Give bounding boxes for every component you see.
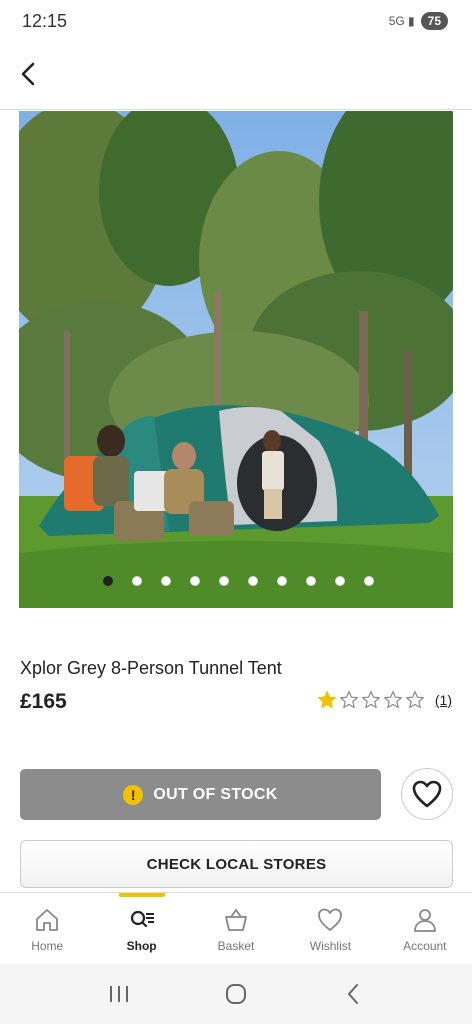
carousel-dot[interactable] — [363, 576, 374, 586]
image-carousel-dots — [19, 576, 453, 586]
carousel-dot[interactable] — [276, 576, 287, 586]
star-outline-icon — [405, 691, 424, 709]
product-title: Xplor Grey 8-Person Tunnel Tent — [20, 658, 282, 678]
home-circle-icon — [225, 984, 246, 1004]
star-outline-icon — [361, 691, 380, 709]
chevron-left-icon — [21, 62, 35, 86]
nav-account[interactable]: Account — [378, 893, 472, 964]
basket-icon — [225, 908, 247, 931]
nav-shop-label: Shop — [126, 939, 157, 953]
star-outline-icon — [339, 691, 358, 709]
status-bar: 12:15 5G ▮ 75 — [0, 0, 472, 42]
out-of-stock-button[interactable]: ! OUT OF STOCK — [20, 769, 381, 820]
review-count-link[interactable]: (1) — [435, 692, 452, 708]
search-list-icon — [130, 910, 154, 928]
status-time: 12:15 — [22, 10, 68, 31]
product-image[interactable] — [19, 111, 453, 608]
alert-icon: ! — [123, 784, 144, 805]
carousel-dot[interactable] — [218, 576, 229, 586]
back-button[interactable] — [10, 56, 46, 92]
recent-apps-icon — [109, 986, 128, 1002]
carousel-dot[interactable] — [131, 576, 142, 586]
signal-icon: 5G ▮ — [388, 14, 415, 28]
check-local-stores-button[interactable]: CHECK LOCAL STORES — [20, 840, 453, 888]
nav-basket-label: Basket — [217, 939, 255, 953]
home-button[interactable] — [216, 974, 256, 1014]
out-of-stock-label: OUT OF STOCK — [153, 785, 278, 803]
app-header — [0, 42, 472, 110]
carousel-dot[interactable] — [247, 576, 258, 586]
user-icon — [413, 909, 436, 932]
battery-icon: 75 — [420, 12, 448, 30]
nav-account-label: Account — [403, 939, 447, 953]
system-back-button[interactable] — [333, 974, 373, 1014]
tent-scene-illustration — [19, 111, 453, 608]
carousel-dot[interactable] — [102, 576, 113, 586]
star-outline-icon — [383, 691, 402, 709]
recent-apps-button[interactable] — [99, 974, 139, 1014]
product-rating[interactable]: (1) — [317, 690, 452, 710]
carousel-dot[interactable] — [305, 576, 316, 586]
rating-stars — [317, 690, 425, 710]
add-to-wishlist-button[interactable] — [401, 768, 453, 820]
nav-home-label: Home — [31, 939, 64, 953]
chevron-left-icon — [348, 984, 359, 1004]
heart-icon — [318, 908, 343, 931]
product-price: £165 — [20, 690, 67, 713]
carousel-dot[interactable] — [334, 576, 345, 586]
nav-shop[interactable]: Shop — [94, 893, 188, 964]
home-icon — [36, 909, 59, 931]
heart-icon — [412, 780, 442, 808]
bottom-navigation: Home Shop Basket Wishlist Account — [0, 892, 472, 964]
carousel-dot[interactable] — [160, 576, 171, 586]
nav-wishlist[interactable]: Wishlist — [283, 893, 377, 964]
carousel-dot[interactable] — [189, 576, 200, 586]
nav-basket[interactable]: Basket — [189, 893, 283, 964]
system-navigation-bar — [0, 964, 472, 1024]
nav-wishlist-label: Wishlist — [309, 939, 352, 953]
nav-home[interactable]: Home — [0, 893, 94, 964]
star-filled-icon — [317, 691, 336, 709]
status-indicators: 5G ▮ 75 — [389, 12, 448, 30]
